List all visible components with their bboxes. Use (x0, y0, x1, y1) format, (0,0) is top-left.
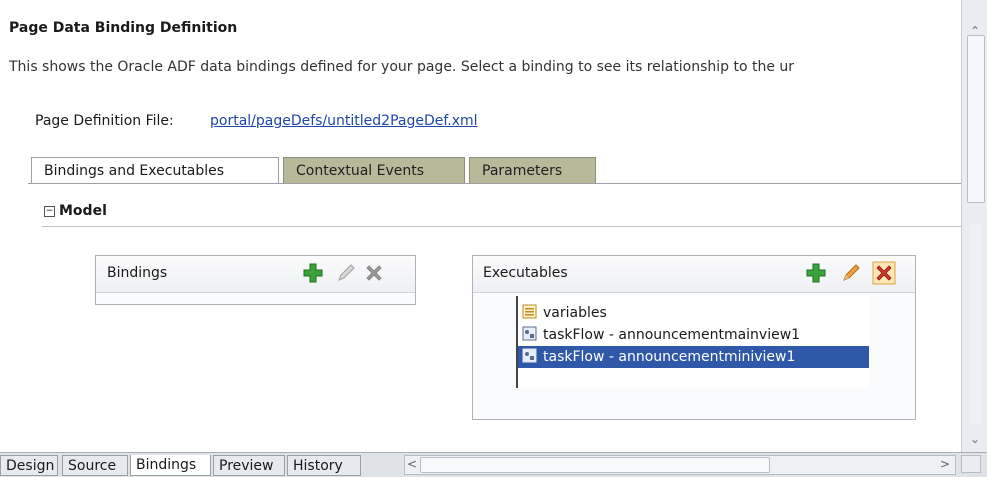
delete-icon[interactable] (872, 261, 896, 285)
taskflow-icon (522, 348, 537, 363)
edit-pencil-icon[interactable] (336, 263, 356, 283)
page-definition-file-link[interactable]: portal/pageDefs/untitled2PageDef.xml (210, 113, 478, 129)
model-section-header[interactable]: − Model (44, 203, 107, 219)
bottom-tab-label: Source (68, 458, 117, 474)
bottom-tab-source[interactable]: Source (62, 455, 128, 476)
collapse-icon[interactable]: − (44, 205, 55, 217)
bottom-tab-label: History (293, 458, 343, 474)
tab-underline (28, 183, 961, 184)
scroll-corner (961, 455, 981, 473)
page-definition-label: Page Definition File: (35, 113, 174, 129)
vertical-scroll-track (969, 224, 981, 424)
vertical-scroll-thumb[interactable] (967, 35, 985, 203)
list-item[interactable]: taskFlow - announcementmainview1 (518, 324, 869, 346)
executables-panel-header: Executables (473, 256, 915, 293)
taskflow-icon (522, 326, 537, 341)
tab-contextual-events[interactable]: Contextual Events (283, 157, 465, 183)
tab-bindings-and-executables[interactable]: Bindings and Executables (31, 157, 279, 183)
list-item-label: variables (543, 305, 607, 321)
bottom-tab-label: Preview (219, 458, 274, 474)
list-item-label: taskFlow - announcementminiview1 (543, 349, 796, 365)
bottom-tab-bindings[interactable]: Bindings (130, 455, 211, 476)
edit-pencil-icon[interactable] (841, 263, 861, 283)
tab-label: Parameters (482, 163, 563, 179)
executables-panel-label: Executables (483, 265, 568, 281)
bindings-panel-label: Bindings (107, 265, 168, 281)
bindings-panel-header: Bindings (96, 256, 415, 293)
bottom-tab-preview[interactable]: Preview (213, 455, 285, 476)
bottom-tab-design[interactable]: Design (0, 455, 58, 476)
variables-icon (522, 304, 537, 319)
list-item-label: taskFlow - announcementmainview1 (543, 327, 801, 343)
list-item[interactable]: variables (518, 302, 869, 324)
bindings-panel: Bindings (95, 255, 416, 305)
tab-label: Contextual Events (296, 163, 425, 179)
model-label: Model (59, 203, 107, 219)
scroll-right-icon[interactable]: > (938, 455, 952, 473)
tab-parameters[interactable]: Parameters (469, 157, 596, 183)
scroll-down-icon[interactable]: ⌄ (966, 430, 984, 448)
page-title: Page Data Binding Definition (9, 20, 238, 36)
scroll-left-icon[interactable]: < (405, 455, 419, 473)
bottom-tab-label: Bindings (136, 457, 197, 473)
delete-icon[interactable] (364, 263, 384, 283)
list-item-selected[interactable]: taskFlow - announcementminiview1 (518, 346, 869, 368)
model-divider (42, 226, 961, 227)
page-description: This shows the Oracle ADF data bindings … (9, 59, 795, 75)
bottom-tab-history[interactable]: History (287, 455, 361, 476)
bottom-tab-label: Design (6, 458, 55, 474)
executables-list: variables taskFlow - announcementmainvie… (516, 296, 869, 388)
add-icon[interactable] (806, 263, 826, 283)
add-icon[interactable] (303, 263, 323, 283)
horizontal-scroll-thumb[interactable] (420, 457, 770, 473)
tab-label: Bindings and Executables (44, 163, 225, 179)
